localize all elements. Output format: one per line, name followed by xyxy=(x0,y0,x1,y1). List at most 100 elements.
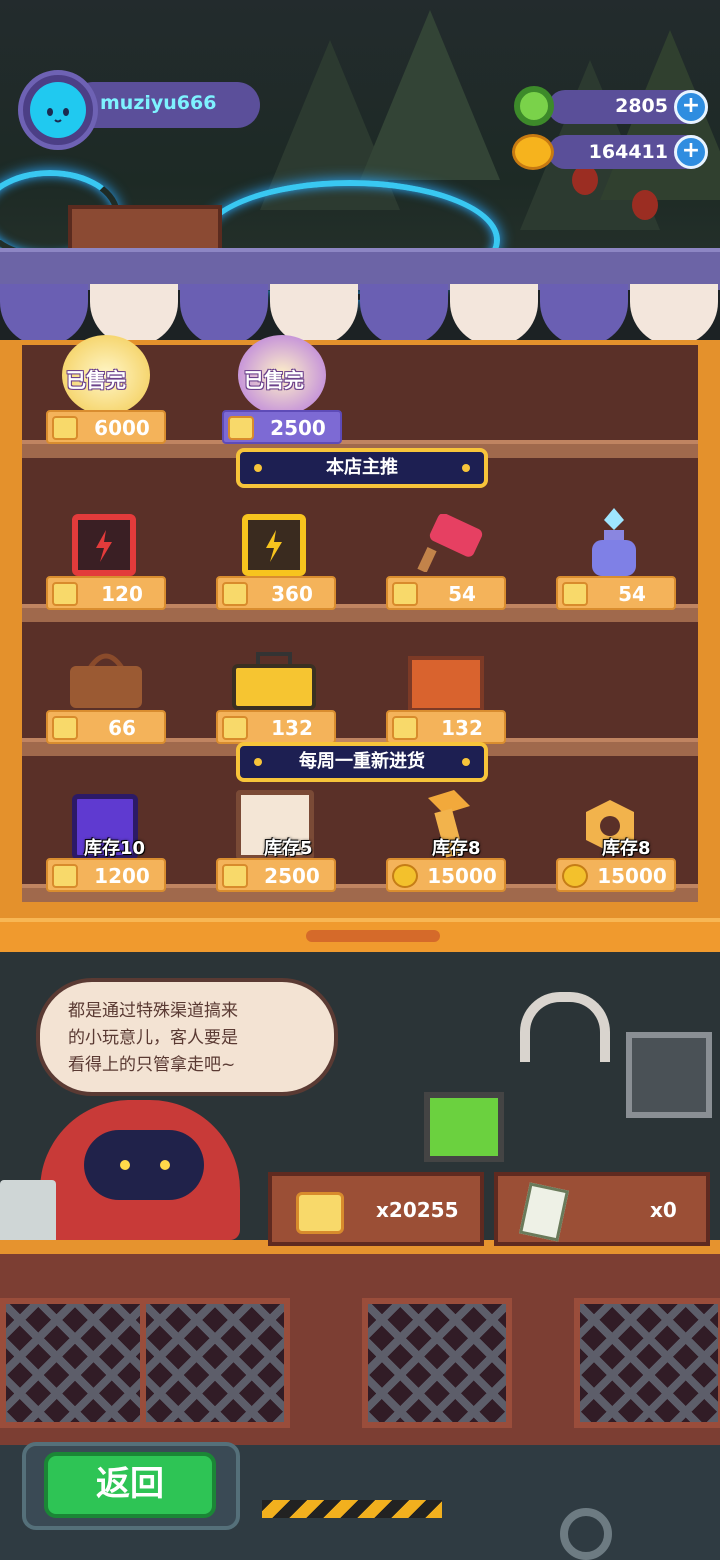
banner-dot xyxy=(254,464,262,472)
wall-poster xyxy=(626,1032,712,1118)
night-background xyxy=(0,0,720,300)
sold-out-label: 已售完 xyxy=(66,368,126,392)
shelf-handle xyxy=(306,930,440,942)
orange-crate-icon[interactable] xyxy=(408,656,484,712)
hazard-stripe xyxy=(262,1500,442,1518)
item-price: 360 xyxy=(271,582,313,606)
ticket-icon xyxy=(392,716,418,740)
item-price: 15000 xyxy=(597,864,667,888)
item-price: 54 xyxy=(618,582,646,606)
price-tag: 132 xyxy=(386,710,506,744)
eye xyxy=(120,1160,130,1170)
claw-icon xyxy=(520,992,610,1062)
awning-scallop xyxy=(450,284,538,346)
stock-label: 库存8 xyxy=(602,838,651,859)
item-price: 66 xyxy=(108,716,136,740)
coin-count: 164411 xyxy=(588,141,668,163)
lightning-icon xyxy=(96,530,112,562)
price-tag: 54 xyxy=(386,576,506,610)
item-price: 15000 xyxy=(427,864,497,888)
ticket-icon xyxy=(562,582,588,606)
gem-count: 2805 xyxy=(615,95,668,117)
item-price: 132 xyxy=(441,716,483,740)
handbag-icon[interactable] xyxy=(66,648,146,710)
ticket-inventory-crate[interactable]: x20255 xyxy=(268,1172,484,1246)
add-gems-button[interactable]: + xyxy=(674,90,708,124)
cage-panel xyxy=(574,1298,720,1428)
price-tag: 66 xyxy=(46,710,166,744)
banner-dot xyxy=(462,464,470,472)
stock-label: 库存10 xyxy=(84,838,146,859)
weekly-banner-text: 每周一重新进货 xyxy=(299,751,425,772)
price-tag: 15000 xyxy=(556,858,676,892)
paint-hammer-icon[interactable] xyxy=(412,513,488,573)
awning-scallop xyxy=(0,284,88,346)
planet-coin-icon xyxy=(512,134,554,170)
ticket-icon xyxy=(52,582,78,606)
dialogue-line: 的小玩意儿，客人要是 xyxy=(68,1028,238,1048)
awning-scallop xyxy=(180,284,268,346)
price-tag: 2500 xyxy=(222,410,342,444)
ticket-icon xyxy=(222,582,248,606)
item-price: 2500 xyxy=(270,416,326,440)
featured-banner: 本店主推 xyxy=(236,448,488,488)
gear-wheel xyxy=(560,1508,612,1560)
username: muziyu666 xyxy=(100,92,217,114)
avatar[interactable] xyxy=(30,82,86,138)
featured-banner-text: 本店主推 xyxy=(326,457,398,478)
awning-scallop xyxy=(630,284,718,346)
item-price: 54 xyxy=(448,582,476,606)
item-price: 132 xyxy=(271,716,313,740)
lightning-icon xyxy=(266,530,282,562)
ticket-icon xyxy=(52,716,78,740)
lantern-icon xyxy=(632,190,658,220)
shopkeeper-dialogue: 都是通过特殊渠道搞来 的小玩意儿，客人要是 看得上的只管拿走吧~ xyxy=(68,998,318,1079)
price-tag: 2500 xyxy=(216,858,336,892)
item-price: 1200 xyxy=(94,864,150,888)
item-price: 120 xyxy=(101,582,143,606)
yellow-battery-icon[interactable] xyxy=(242,514,306,576)
ticket-icon xyxy=(228,416,254,440)
price-tag: 360 xyxy=(216,576,336,610)
dialogue-line: 都是通过特殊渠道搞来 xyxy=(68,1001,238,1021)
coin-icon xyxy=(392,864,418,888)
cat-face-icon xyxy=(47,108,69,123)
ticket-count: x20255 xyxy=(376,1198,459,1222)
price-tag: 1200 xyxy=(46,858,166,892)
lantern-icon xyxy=(572,165,598,195)
awning-scallop xyxy=(360,284,448,346)
donut-gem-icon xyxy=(514,86,554,126)
voucher-icon xyxy=(519,1182,569,1242)
ticket-icon xyxy=(52,416,78,440)
price-tag: 120 xyxy=(46,576,166,610)
shopkeeper-face xyxy=(84,1130,204,1200)
add-coins-button[interactable]: + xyxy=(674,135,708,169)
back-button[interactable]: 返回 xyxy=(44,1452,216,1518)
red-battery-icon[interactable] xyxy=(72,514,136,576)
banner-dot xyxy=(462,758,470,766)
ticket-icon xyxy=(222,864,248,888)
weekly-banner: 每周一重新进货 xyxy=(236,742,488,782)
potted-plant xyxy=(0,1180,56,1244)
voucher-count: x0 xyxy=(650,1198,677,1222)
ticket-icon xyxy=(392,582,418,606)
cage-panel xyxy=(0,1298,150,1428)
eye xyxy=(160,1160,170,1170)
voucher-inventory-crate[interactable]: x0 xyxy=(494,1172,710,1246)
sold-out-label: 已售完 xyxy=(244,368,304,392)
green-monitor xyxy=(424,1092,504,1162)
toolbox-icon[interactable] xyxy=(232,652,316,710)
coin-icon xyxy=(562,864,588,888)
ticket-icon xyxy=(52,864,78,888)
ticket-icon xyxy=(296,1192,344,1234)
item-price: 2500 xyxy=(264,864,320,888)
banner-dot xyxy=(254,758,262,766)
blue-potion-icon[interactable] xyxy=(586,506,642,578)
stock-label: 库存5 xyxy=(264,838,313,859)
price-tag: 15000 xyxy=(386,858,506,892)
cage-panel xyxy=(140,1298,290,1428)
dialogue-line: 看得上的只管拿走吧~ xyxy=(68,1055,236,1075)
price-tag: 132 xyxy=(216,710,336,744)
price-tag: 54 xyxy=(556,576,676,610)
ticket-icon xyxy=(222,716,248,740)
